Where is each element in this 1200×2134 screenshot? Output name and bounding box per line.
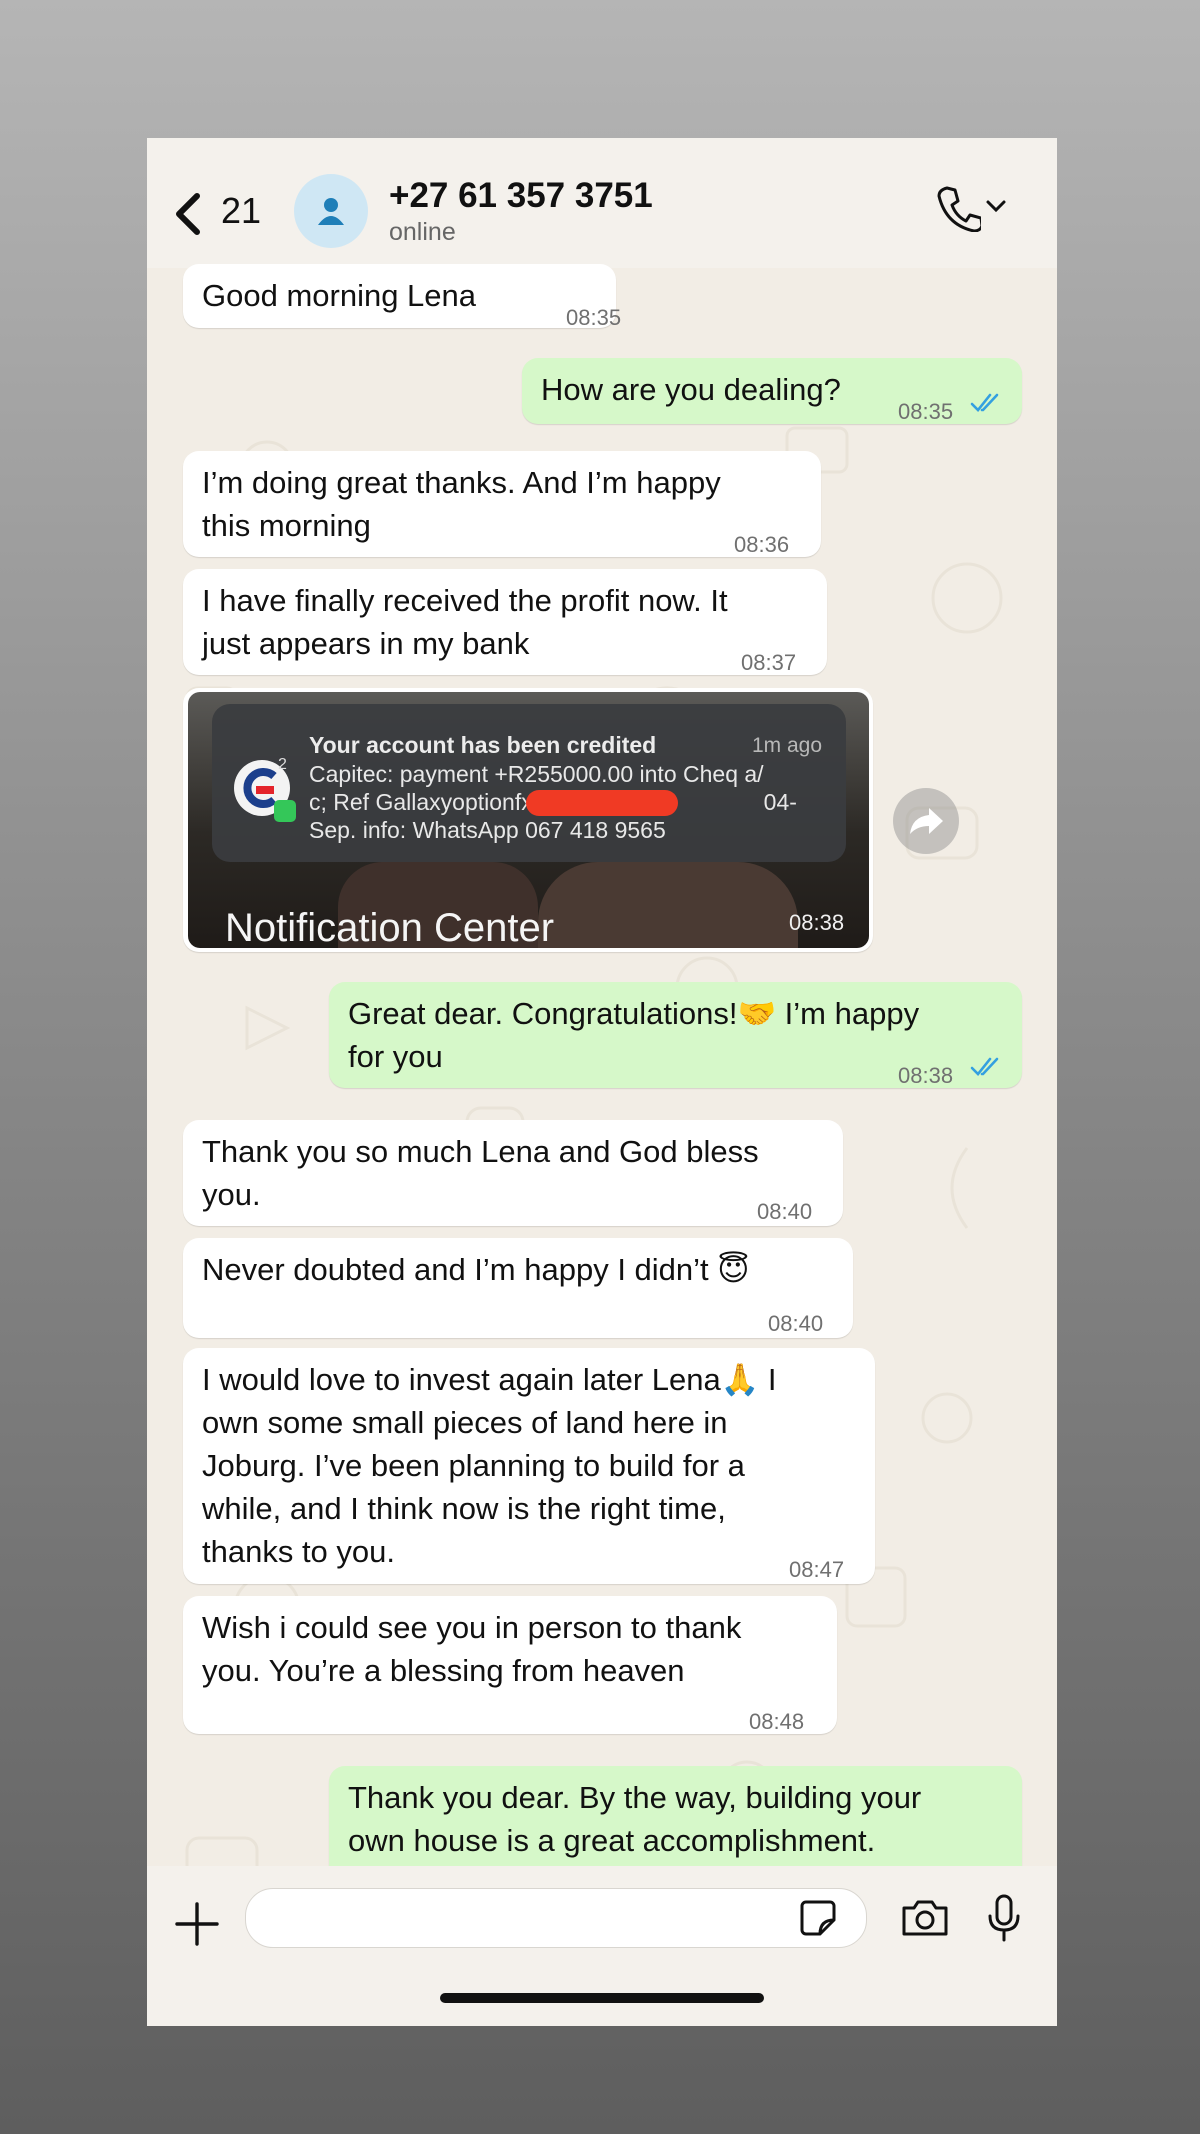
message-time: 08:35 — [566, 305, 622, 330]
home-indicator[interactable] — [440, 1993, 764, 2003]
message-text: I’m doing great thanks. And I’m happy th… — [202, 465, 721, 543]
contact-name[interactable]: +27 61 357 3751 — [389, 176, 653, 216]
back-chevron-icon[interactable] — [169, 190, 209, 238]
message-time: 08:37 — [741, 650, 797, 675]
message-time: 08:40 — [757, 1199, 813, 1224]
contact-status: online — [389, 218, 456, 246]
notification-card: 2 Your account has been credited 1m ago … — [212, 704, 846, 862]
message-incoming[interactable]: I have finally received the profit now. … — [183, 569, 827, 675]
message-input[interactable] — [245, 1888, 867, 1948]
chat-header: 21 +27 61 357 3751 online — [147, 138, 1057, 268]
message-incoming[interactable]: I would love to invest again later Lena🙏… — [183, 1348, 875, 1584]
message-outgoing[interactable]: Great dear. Congratulations!🤝 I’m happy … — [329, 982, 1022, 1088]
message-text: Thank you so much Lena and God bless you… — [202, 1134, 759, 1212]
sticker-icon[interactable] — [798, 1898, 838, 1938]
message-incoming[interactable]: Wish i could see you in person to thank … — [183, 1596, 837, 1734]
avatar[interactable] — [294, 174, 368, 248]
message-text: Never doubted and I’m happy I didn’t 😇 — [202, 1252, 750, 1287]
message-time: 08:35 — [898, 399, 954, 424]
message-time: 08:36 — [734, 532, 790, 557]
message-incoming[interactable]: Never doubted and I’m happy I didn’t 😇 0… — [183, 1238, 853, 1338]
message-incoming[interactable]: Thank you so much Lena and God bless you… — [183, 1120, 843, 1226]
phone-icon[interactable] — [937, 184, 981, 232]
notification-center-label: Notification Center — [225, 906, 555, 948]
forward-icon — [910, 808, 943, 834]
unread-count[interactable]: 21 — [221, 190, 261, 232]
messages-app-icon — [274, 800, 296, 822]
message-text: I would love to invest again later Lena🙏… — [202, 1362, 777, 1569]
notification-screenshot[interactable]: 2 Your account has been credited 1m ago … — [188, 692, 869, 948]
message-input-bar — [147, 1866, 1057, 2026]
forward-button[interactable] — [893, 788, 959, 854]
message-time: 08:38 — [898, 1063, 954, 1088]
message-incoming[interactable]: I’m doing great thanks. And I’m happy th… — [183, 451, 821, 557]
message-text: How are you dealing? — [541, 372, 841, 407]
background-object — [538, 862, 798, 948]
message-text: Great dear. Congratulations!🤝 I’m happy … — [348, 996, 920, 1074]
read-receipt-icon — [970, 393, 999, 412]
read-receipt-icon — [970, 1057, 999, 1076]
message-text: Good morning Lena — [202, 278, 477, 313]
message-time: 08:38 — [789, 910, 845, 935]
message-outgoing[interactable]: How are you dealing? 08:35 — [522, 358, 1022, 424]
microphone-icon[interactable] — [987, 1894, 1021, 1944]
person-icon — [318, 198, 344, 225]
notification-count: 2 — [278, 756, 287, 773]
message-incoming[interactable]: Good morning Lena 08:35 — [183, 264, 621, 330]
message-time: 08:40 — [768, 1311, 824, 1336]
chevron-down-icon[interactable] — [985, 198, 1007, 214]
notification-time: 1m ago — [752, 734, 823, 757]
message-text: Thank you dear. By the way, building you… — [348, 1780, 922, 1858]
message-time: 08:47 — [789, 1557, 845, 1582]
redaction-mark — [526, 790, 678, 816]
message-text: I have finally received the profit now. … — [202, 583, 728, 661]
whatsapp-screen: 21 +27 61 357 3751 online Good morning L… — [147, 138, 1057, 2026]
message-text: Wish i could see you in person to thank … — [202, 1610, 742, 1688]
plus-icon[interactable] — [175, 1902, 219, 1946]
notification-title: Your account has been credited — [309, 732, 657, 758]
message-time: 08:48 — [749, 1709, 805, 1734]
camera-icon[interactable] — [900, 1898, 950, 1938]
